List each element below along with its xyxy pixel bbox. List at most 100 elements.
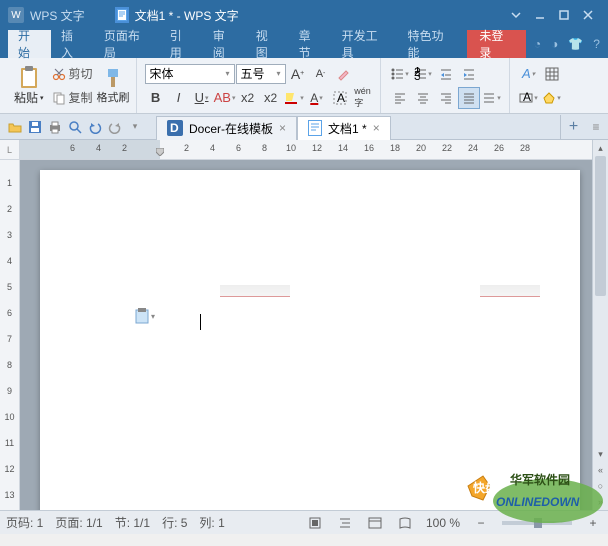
numbering-button[interactable]: 123▾ <box>412 63 434 85</box>
copy-label: 复制 <box>69 89 93 106</box>
status-pages[interactable]: 页面: 1/1 <box>55 514 102 531</box>
vertical-scrollbar[interactable]: ▴ ▾ « ○ » <box>592 140 608 510</box>
paste-label: 粘贴 <box>14 89 38 106</box>
char-border-button[interactable]: A <box>329 87 351 109</box>
qat-open-icon[interactable] <box>6 118 24 136</box>
scroll-up-icon[interactable]: ▴ <box>593 140 608 156</box>
subscript-button[interactable]: x2 <box>260 87 282 109</box>
scroll-down-icon[interactable]: ▾ <box>593 446 608 462</box>
size-value: 五号 <box>241 65 265 82</box>
view-outline-icon[interactable] <box>336 514 354 532</box>
bullets-button[interactable]: ▾ <box>389 63 411 85</box>
copy-button[interactable]: 复制 <box>48 87 97 109</box>
tab-view[interactable]: 视图 <box>246 30 289 58</box>
tab-insert[interactable]: 插入 <box>51 30 94 58</box>
docer-close-icon[interactable]: × <box>279 121 286 135</box>
superscript-button[interactable]: x2 <box>237 87 259 109</box>
maximize-button[interactable] <box>552 5 576 25</box>
underline-button[interactable]: U▾ <box>191 87 213 109</box>
qat-redo-icon[interactable] <box>106 118 124 136</box>
bold-button[interactable]: B <box>145 87 167 109</box>
app-icon: W <box>8 7 24 23</box>
help-icon[interactable]: ? <box>593 37 600 51</box>
zoom-in-button[interactable]: + <box>584 514 602 532</box>
minimize-button[interactable] <box>528 5 552 25</box>
view-web-icon[interactable] <box>366 514 384 532</box>
align-right-button[interactable] <box>435 87 457 109</box>
zoom-value[interactable]: 100 % <box>426 516 460 530</box>
italic-button[interactable]: I <box>168 87 190 109</box>
status-section[interactable]: 节: 1/1 <box>115 514 150 531</box>
align-justify-button[interactable] <box>458 87 480 109</box>
document-page[interactable]: ▾ <box>40 170 580 510</box>
tab-special[interactable]: 特色功能 <box>398 30 464 58</box>
zoom-out-button[interactable]: − <box>472 514 490 532</box>
tab-menu-icon[interactable]: ≡ <box>586 120 606 134</box>
zoom-slider[interactable] <box>502 521 572 525</box>
workspace: L 1 2 3 4 5 6 7 8 9 10 11 12 13 6 4 2 2 … <box>0 140 608 510</box>
font-select[interactable]: 宋体▾ <box>145 64 235 84</box>
doc1-tab[interactable]: 文档1 * × <box>297 116 391 140</box>
new-tab-button[interactable]: + <box>560 115 586 139</box>
indent-marker[interactable] <box>156 148 164 156</box>
svg-text:D: D <box>170 121 179 135</box>
shading-button[interactable]: ▾ <box>541 87 563 109</box>
doc-icon <box>308 120 322 136</box>
qat-print-icon[interactable] <box>46 118 64 136</box>
title-bar: W WPS 文字 文档1 * - WPS 文字 <box>0 0 608 30</box>
tab-layout[interactable]: 页面布局 <box>94 30 160 58</box>
increase-indent-button[interactable] <box>458 63 480 85</box>
ribbon: 粘贴▾ 剪切 复制 格式刷 宋体▾ 五号▾ A+ A- B I U▾ AB▾ <box>0 58 608 114</box>
tab-start[interactable]: 开始 <box>8 30 51 58</box>
size-select[interactable]: 五号▾ <box>236 64 286 84</box>
tab-developer[interactable]: 开发工具 <box>332 30 398 58</box>
qat-dropdown-icon[interactable]: ▾ <box>126 118 144 136</box>
view-read-icon[interactable] <box>396 514 414 532</box>
grow-font-button[interactable]: A+ <box>287 63 309 85</box>
status-page[interactable]: 页码: 1 <box>6 514 43 531</box>
next-page-icon[interactable]: » <box>593 494 608 510</box>
shrink-font-button[interactable]: A- <box>310 63 332 85</box>
sync-icon[interactable]: ◔ <box>534 37 541 51</box>
qat-undo-icon[interactable] <box>86 118 104 136</box>
skin-icon[interactable]: ◑ <box>551 37 558 51</box>
docer-tab[interactable]: D Docer-在线模板 × <box>156 116 297 140</box>
font-color-button[interactable]: A▾ <box>306 87 328 109</box>
tab-review[interactable]: 审阅 <box>203 30 246 58</box>
format-brush-button[interactable]: 格式刷 <box>97 67 130 105</box>
qat-save-icon[interactable] <box>26 118 44 136</box>
strikethrough-button[interactable]: AB▾ <box>214 87 236 109</box>
ribbon-toggle-icon[interactable] <box>504 5 528 25</box>
left-ruler: L 1 2 3 4 5 6 7 8 9 10 11 12 13 <box>0 140 20 510</box>
prev-page-icon[interactable]: « <box>593 462 608 478</box>
view-print-icon[interactable] <box>306 514 324 532</box>
status-col[interactable]: 列: 1 <box>199 514 224 531</box>
login-button[interactable]: 未登录 <box>467 30 525 58</box>
text-effects-button[interactable]: A▾ <box>518 63 540 85</box>
status-row[interactable]: 行: 5 <box>162 514 187 531</box>
scroll-thumb[interactable] <box>595 156 606 296</box>
highlight-button[interactable]: ▾ <box>283 87 305 109</box>
status-bar: 页码: 1 页面: 1/1 节: 1/1 行: 5 列: 1 100 % − + <box>0 510 608 534</box>
horizontal-ruler[interactable]: 6 4 2 2 4 6 8 10 12 14 16 18 20 22 24 26… <box>20 140 592 160</box>
doc1-label: 文档1 * <box>328 120 367 137</box>
distribute-button[interactable]: ▾ <box>481 87 503 109</box>
cut-button[interactable]: 剪切 <box>48 63 97 85</box>
browse-object-icon[interactable]: ○ <box>593 478 608 494</box>
tab-section[interactable]: 章节 <box>289 30 332 58</box>
table-button[interactable] <box>541 63 563 85</box>
align-left-button[interactable] <box>389 87 411 109</box>
text-box-button[interactable]: A▾ <box>518 87 540 109</box>
qat-preview-icon[interactable] <box>66 118 84 136</box>
tab-reference[interactable]: 引用 <box>160 30 203 58</box>
close-button[interactable] <box>576 5 600 25</box>
phonetic-button[interactable]: wén字 <box>352 87 374 109</box>
paste-button[interactable]: 粘贴▾ <box>10 61 48 111</box>
tshirt-icon[interactable]: 👕 <box>568 37 583 51</box>
decrease-indent-button[interactable] <box>435 63 457 85</box>
paste-options-icon[interactable]: ▾ <box>135 308 155 324</box>
docer-label: Docer-在线模板 <box>189 120 273 137</box>
align-center-button[interactable] <box>412 87 434 109</box>
clear-format-button[interactable] <box>333 63 355 85</box>
doc1-close-icon[interactable]: × <box>373 121 380 135</box>
